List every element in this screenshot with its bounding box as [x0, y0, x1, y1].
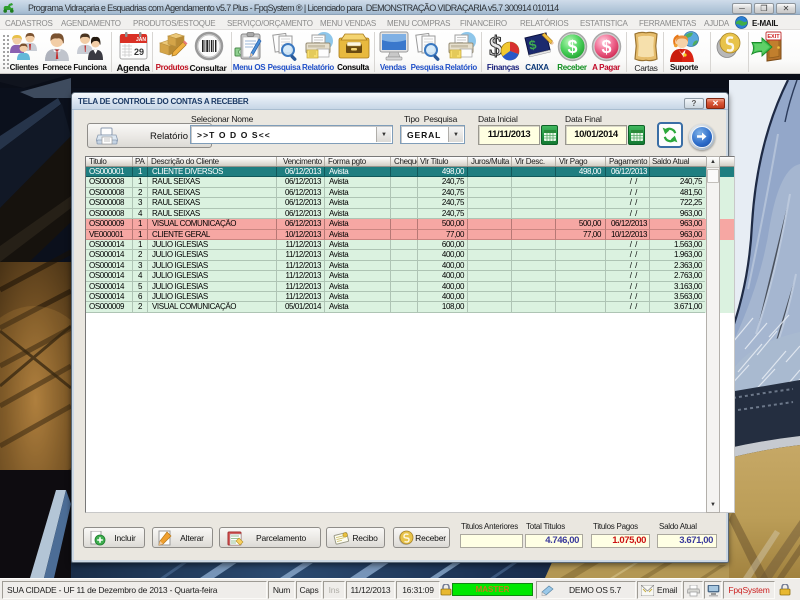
svg-text:29: 29 [134, 47, 144, 57]
svg-text:EXIT: EXIT [767, 34, 780, 40]
svg-text:$: $ [567, 37, 577, 57]
svg-text:$: $ [489, 31, 503, 61]
svg-text:JAN: JAN [136, 37, 146, 43]
svg-text:$: $ [601, 37, 611, 57]
